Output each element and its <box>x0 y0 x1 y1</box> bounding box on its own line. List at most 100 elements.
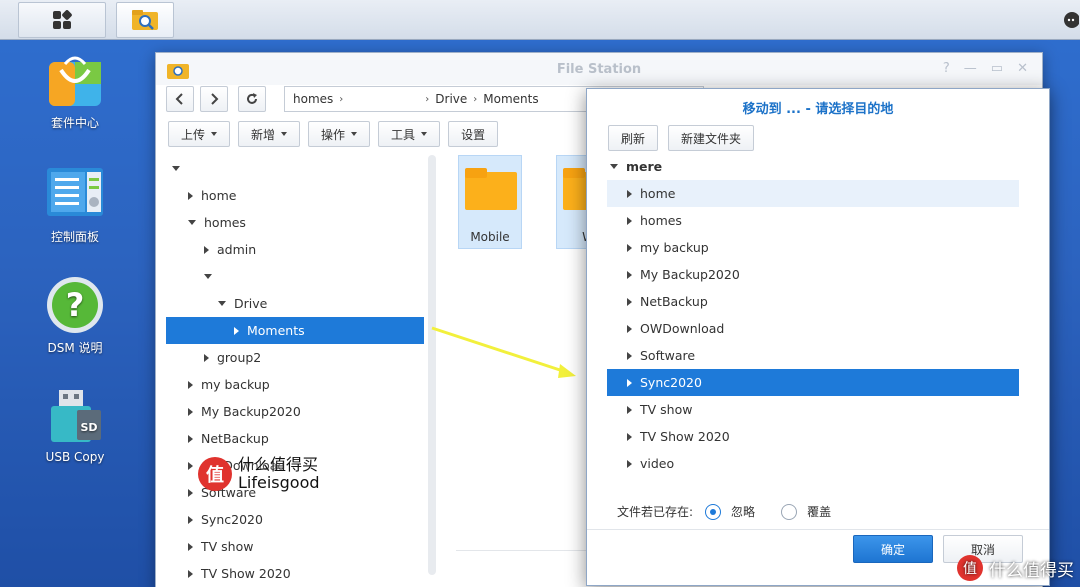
tree-item-netbackup[interactable]: NetBackup <box>166 425 424 452</box>
window-title: File Station <box>556 62 642 77</box>
caret-down-icon <box>421 132 428 136</box>
collapse-icon <box>627 297 632 306</box>
chevron-right-icon: › <box>339 93 344 105</box>
collapse-icon <box>627 432 632 441</box>
destination-item-tv-show-2020[interactable]: TV Show 2020 <box>607 423 1019 450</box>
tree-item-label: my backup <box>640 240 709 255</box>
destination-item-homes[interactable]: homes <box>607 207 1019 234</box>
breadcrumb-item[interactable]: homes <box>293 92 333 106</box>
close-icon[interactable]: ✕ <box>1017 61 1028 76</box>
caret-down-icon <box>351 132 358 136</box>
destination-item-software[interactable]: Software <box>607 342 1019 369</box>
folder-icon <box>465 168 517 210</box>
tree-item-label: Sync2020 <box>640 375 702 390</box>
taskbar <box>0 0 1080 40</box>
forward-button[interactable] <box>200 86 228 112</box>
watermark-line2: Lifeisgood <box>238 473 320 492</box>
tree-item-label: Sync2020 <box>201 512 263 527</box>
collapse-icon <box>627 405 632 414</box>
collapse-icon <box>188 488 193 497</box>
refresh-button[interactable] <box>238 86 266 112</box>
tree-item-label: My Backup2020 <box>640 267 740 282</box>
overwrite-radio[interactable] <box>781 503 798 520</box>
destination-item-my-backup[interactable]: my backup <box>607 234 1019 261</box>
tools-button[interactable]: 工具 <box>378 121 441 147</box>
collapse-icon <box>627 324 632 333</box>
create-button[interactable]: 新增 <box>238 121 301 147</box>
destination-item-my-backup2020[interactable]: My Backup2020 <box>607 261 1019 288</box>
settings-button[interactable]: 设置 <box>448 121 499 147</box>
tree-item-label: video <box>640 456 675 471</box>
destination-item-tv-show[interactable]: TV show <box>607 396 1019 423</box>
button-label: 工具 <box>391 127 416 142</box>
destination-item-home[interactable]: home <box>607 180 1019 207</box>
desktop-icon-usb-copy[interactable]: SD USB Copy <box>30 386 120 464</box>
tree-item-label: My Backup2020 <box>201 404 301 419</box>
destination-item-video[interactable]: video <box>607 450 1019 477</box>
watermark-line1: 什么值得买 <box>238 455 319 474</box>
tree-item-root[interactable] <box>166 155 424 182</box>
tree-item-drive[interactable]: Drive <box>166 290 424 317</box>
tree-item-home[interactable]: home <box>166 182 424 209</box>
folder-tree: home homes admin Drive Moments group2 my… <box>166 153 428 587</box>
svg-text:?: ? <box>66 286 85 324</box>
upload-button[interactable]: 上传 <box>168 121 231 147</box>
new-folder-button[interactable]: 新建文件夹 <box>668 125 755 151</box>
button-label: 新建文件夹 <box>681 131 742 146</box>
collapse-icon <box>627 270 632 279</box>
tree-item-my-backup2020[interactable]: My Backup2020 <box>166 398 424 425</box>
dialog-title: 移动到 ... - 请选择目的地 <box>742 102 894 117</box>
tree-item-moments[interactable]: Moments <box>166 317 424 344</box>
refresh-button[interactable]: 刷新 <box>608 125 659 151</box>
desktop-icon-label: USB Copy <box>45 450 105 464</box>
destination-item-netbackup[interactable]: NetBackup <box>607 288 1019 315</box>
help-icon[interactable]: ? <box>943 61 950 76</box>
main-menu-button[interactable] <box>18 2 106 38</box>
destination-item-sync2020[interactable]: Sync2020 <box>607 369 1019 396</box>
tree-item-homes[interactable]: homes <box>166 209 424 236</box>
button-label: 新增 <box>251 127 276 142</box>
destination-item-owdownload[interactable]: OWDownload <box>607 315 1019 342</box>
conflict-options: 文件若已存在: 忽略 覆盖 <box>617 503 831 520</box>
skip-label: 忽略 <box>731 505 756 519</box>
tree-item-label: TV show <box>201 539 254 554</box>
breadcrumb-item[interactable]: Drive <box>435 92 467 106</box>
tree-item-tv-show[interactable]: TV show <box>166 533 424 560</box>
grid-icon <box>53 10 72 29</box>
tree-item-tv-show-2020[interactable]: TV Show 2020 <box>166 560 424 587</box>
desktop-icon-dsm-help[interactable]: ? DSM 说明 <box>30 275 120 356</box>
caret-down-icon <box>281 132 288 136</box>
desktop-icon-control-panel[interactable]: 控制面板 <box>30 164 120 245</box>
conflict-label: 文件若已存在: <box>617 505 694 519</box>
chat-icon[interactable] <box>1060 4 1080 36</box>
tree-item-label: TV Show 2020 <box>201 566 291 581</box>
folder-search-icon <box>132 10 158 30</box>
maximize-icon[interactable]: ▭ <box>991 61 1003 76</box>
desktop-icon-package-center[interactable]: 套件中心 <box>30 50 120 131</box>
tree-item-group2[interactable]: group2 <box>166 344 424 371</box>
breadcrumb-item[interactable]: Moments <box>483 92 538 106</box>
refresh-icon <box>247 93 257 104</box>
tree-item-admin[interactable]: admin <box>166 236 424 263</box>
tree-item-user[interactable] <box>166 263 424 290</box>
minimize-icon[interactable]: — <box>964 61 977 76</box>
arrow-annotation <box>431 326 576 378</box>
tree-item-sync2020[interactable]: Sync2020 <box>166 506 424 533</box>
folder-item-mobile[interactable]: Mobile <box>458 155 522 249</box>
ok-button[interactable]: 确定 <box>853 535 933 563</box>
back-button[interactable] <box>166 86 194 112</box>
collapse-icon <box>627 189 632 198</box>
chevron-left-icon <box>175 93 183 105</box>
tree-item-my-backup[interactable]: my backup <box>166 371 424 398</box>
taskbar-file-station-button[interactable] <box>116 2 174 38</box>
title-bar[interactable]: File Station ? — ▭ ✕ <box>156 53 1042 85</box>
button-label: 刷新 <box>621 131 646 146</box>
divider <box>456 550 606 551</box>
skip-radio[interactable] <box>705 503 722 520</box>
desktop-icon-label: 控制面板 <box>50 230 99 244</box>
move-to-dialog: 移动到 ... - 请选择目的地 刷新 新建文件夹 mere home home… <box>586 88 1050 586</box>
overwrite-label: 覆盖 <box>807 505 832 519</box>
tree-item-label: Drive <box>234 296 268 311</box>
tree-root[interactable]: mere <box>610 153 662 180</box>
action-button[interactable]: 操作 <box>308 121 371 147</box>
